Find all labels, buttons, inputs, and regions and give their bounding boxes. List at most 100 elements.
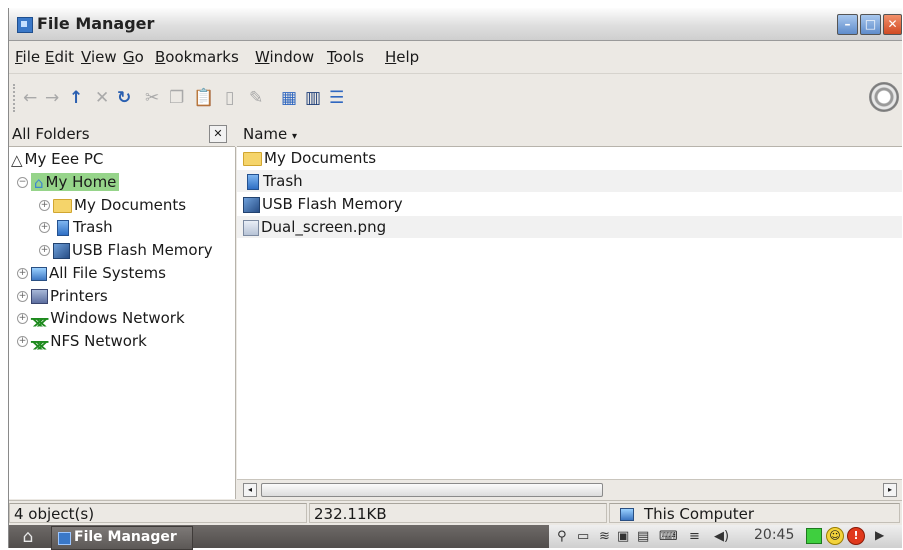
- status-bar: 4 object(s) 232.11KB This Computer: [9, 500, 902, 525]
- tray-expand-icon[interactable]: ▶: [875, 528, 884, 542]
- display-icon[interactable]: ▤: [637, 528, 649, 545]
- delete-icon[interactable]: ▯: [225, 88, 234, 108]
- menu-window[interactable]: Window: [255, 48, 314, 66]
- toolbar: ← → ↑ ✕ ↻ ✂ ❐ 📋 ▯ ✎ ▦ ▥ ☰: [9, 73, 902, 122]
- home-icon[interactable]: ⌂: [17, 527, 39, 547]
- icon-view-icon[interactable]: ▦: [281, 88, 297, 108]
- file-manager-window: File Manager – □ ✕ File Edit View Go Boo…: [8, 8, 902, 550]
- file-name: USB Flash Memory: [262, 195, 403, 213]
- title-bar[interactable]: File Manager – □ ✕: [9, 8, 902, 41]
- scrollbar-thumb[interactable]: [261, 483, 603, 497]
- scroll-right-icon[interactable]: ▸: [883, 483, 897, 497]
- object-count: 4 object(s): [9, 503, 307, 523]
- file-row[interactable]: My Documents: [237, 147, 902, 169]
- tree-item-all-file-systems[interactable]: + All File Systems: [17, 263, 166, 283]
- wifi-icon[interactable]: ≋: [599, 528, 610, 545]
- storage-icon[interactable]: ▣: [617, 528, 629, 545]
- tree-item-label: Printers: [50, 287, 108, 305]
- toolbar-grip[interactable]: [13, 84, 18, 112]
- battery-icon[interactable]: ▭: [577, 528, 589, 545]
- tree-item-my-eee-pc[interactable]: △ My Eee PC: [11, 149, 103, 169]
- file-manager-icon: [17, 17, 33, 33]
- tree-item-trash[interactable]: + Trash: [39, 217, 113, 237]
- file-manager-icon: [58, 532, 71, 545]
- language-icon[interactable]: ≡: [689, 528, 700, 545]
- tree-item-nfs-network[interactable]: + ᚘ NFS Network: [17, 331, 147, 351]
- expand-icon[interactable]: +: [39, 200, 50, 211]
- folder-icon: [53, 198, 72, 213]
- stop-icon[interactable]: ✕: [95, 88, 109, 108]
- copy-icon[interactable]: ❐: [169, 88, 184, 108]
- expand-icon[interactable]: +: [39, 245, 50, 256]
- trash-icon: [57, 219, 69, 236]
- list-view-icon[interactable]: ▥: [305, 88, 321, 108]
- expand-icon[interactable]: +: [17, 336, 28, 347]
- file-row[interactable]: Trash: [237, 170, 902, 192]
- name-column-header[interactable]: Name ▾: [243, 125, 297, 143]
- menu-bookmarks[interactable]: Bookmarks: [155, 48, 239, 66]
- file-row[interactable]: USB Flash Memory: [237, 193, 902, 215]
- horizontal-scrollbar[interactable]: ◂ ▸: [237, 479, 902, 500]
- taskbar: ⌂ File Manager ⚲ ▭ ≋ ▣ ▤ ⌨ ≡ ◀) 20:45 ☺ …: [9, 525, 902, 550]
- system-tray: ⚲ ▭ ≋ ▣ ▤ ⌨ ≡ ◀) 20:45 ☺ ! ▶: [549, 525, 902, 548]
- paste-icon[interactable]: 📋: [193, 88, 214, 108]
- up-arrow-icon[interactable]: ↑: [69, 88, 83, 108]
- folder-tree: △ My Eee PC − ⌂ My Home + My Documents + Tras…: [9, 147, 236, 499]
- tree-item-label: My Home: [45, 173, 117, 191]
- close-folders-pane-button[interactable]: ✕: [209, 125, 227, 143]
- file-list-header: Name ▾: [237, 122, 902, 147]
- folders-pane-header: All Folders ✕: [9, 122, 235, 147]
- home-icon: ⌂: [34, 173, 44, 192]
- volume-icon[interactable]: ◀): [714, 528, 729, 545]
- network-status-icon[interactable]: ⚲: [557, 528, 567, 545]
- task-label: File Manager: [74, 529, 177, 545]
- forward-arrow-icon[interactable]: →: [45, 88, 59, 108]
- sort-descending-icon: ▾: [292, 131, 298, 142]
- tree-item-label: NFS Network: [50, 332, 147, 350]
- minimize-button[interactable]: –: [837, 14, 858, 35]
- expand-icon[interactable]: +: [39, 222, 50, 233]
- clock[interactable]: 20:45: [754, 527, 794, 543]
- cut-icon[interactable]: ✂: [145, 88, 159, 108]
- status-green-icon[interactable]: [806, 528, 822, 544]
- menu-bar: File Edit View Go Bookmarks Window Tools…: [9, 41, 902, 71]
- eee-pc-icon: △: [11, 150, 23, 169]
- smiley-icon[interactable]: ☺: [826, 527, 844, 545]
- menu-help[interactable]: Help: [385, 48, 419, 66]
- collapse-icon[interactable]: −: [17, 177, 28, 188]
- computer-icon: [620, 508, 634, 521]
- menu-tools[interactable]: Tools: [327, 48, 364, 66]
- maximize-button[interactable]: □: [860, 14, 881, 35]
- file-row[interactable]: Dual_screen.png: [237, 216, 902, 238]
- properties-icon[interactable]: ✎: [249, 88, 263, 108]
- keyboard-icon[interactable]: ⌨: [659, 528, 678, 545]
- menu-edit[interactable]: Edit: [45, 48, 74, 66]
- details-view-icon[interactable]: ☰: [329, 88, 344, 108]
- close-button[interactable]: ✕: [883, 14, 902, 35]
- menu-go[interactable]: Go: [123, 48, 144, 66]
- expand-icon[interactable]: +: [17, 268, 28, 279]
- tree-item-label: USB Flash Memory: [72, 241, 213, 259]
- tree-item-windows-network[interactable]: + ᚘ Windows Network: [17, 308, 185, 328]
- folder-icon: [243, 151, 262, 166]
- scroll-left-icon[interactable]: ◂: [243, 483, 257, 497]
- tree-item-printers[interactable]: + Printers: [17, 286, 108, 306]
- alert-icon[interactable]: !: [847, 527, 865, 545]
- expand-icon[interactable]: +: [17, 291, 28, 302]
- back-arrow-icon[interactable]: ←: [23, 88, 37, 108]
- total-size: 232.11KB: [309, 503, 607, 523]
- menu-view[interactable]: View: [81, 48, 117, 66]
- network-icon: ᚘ: [31, 333, 49, 350]
- expand-icon[interactable]: +: [17, 313, 28, 324]
- tree-item-my-home[interactable]: − ⌂ My Home: [17, 172, 120, 192]
- taskbar-file-manager-button[interactable]: File Manager: [51, 526, 193, 550]
- reload-icon[interactable]: ↻: [117, 88, 131, 108]
- image-file-icon: [243, 219, 259, 236]
- tree-item-my-documents[interactable]: + My Documents: [39, 195, 186, 215]
- usb-drive-icon: [53, 242, 70, 259]
- computer-icon: [31, 266, 47, 281]
- menu-file[interactable]: File: [15, 48, 40, 66]
- printer-icon: [31, 289, 48, 304]
- tree-item-usb-flash-memory[interactable]: + USB Flash Memory: [39, 240, 213, 260]
- file-name: Dual_screen.png: [261, 218, 387, 236]
